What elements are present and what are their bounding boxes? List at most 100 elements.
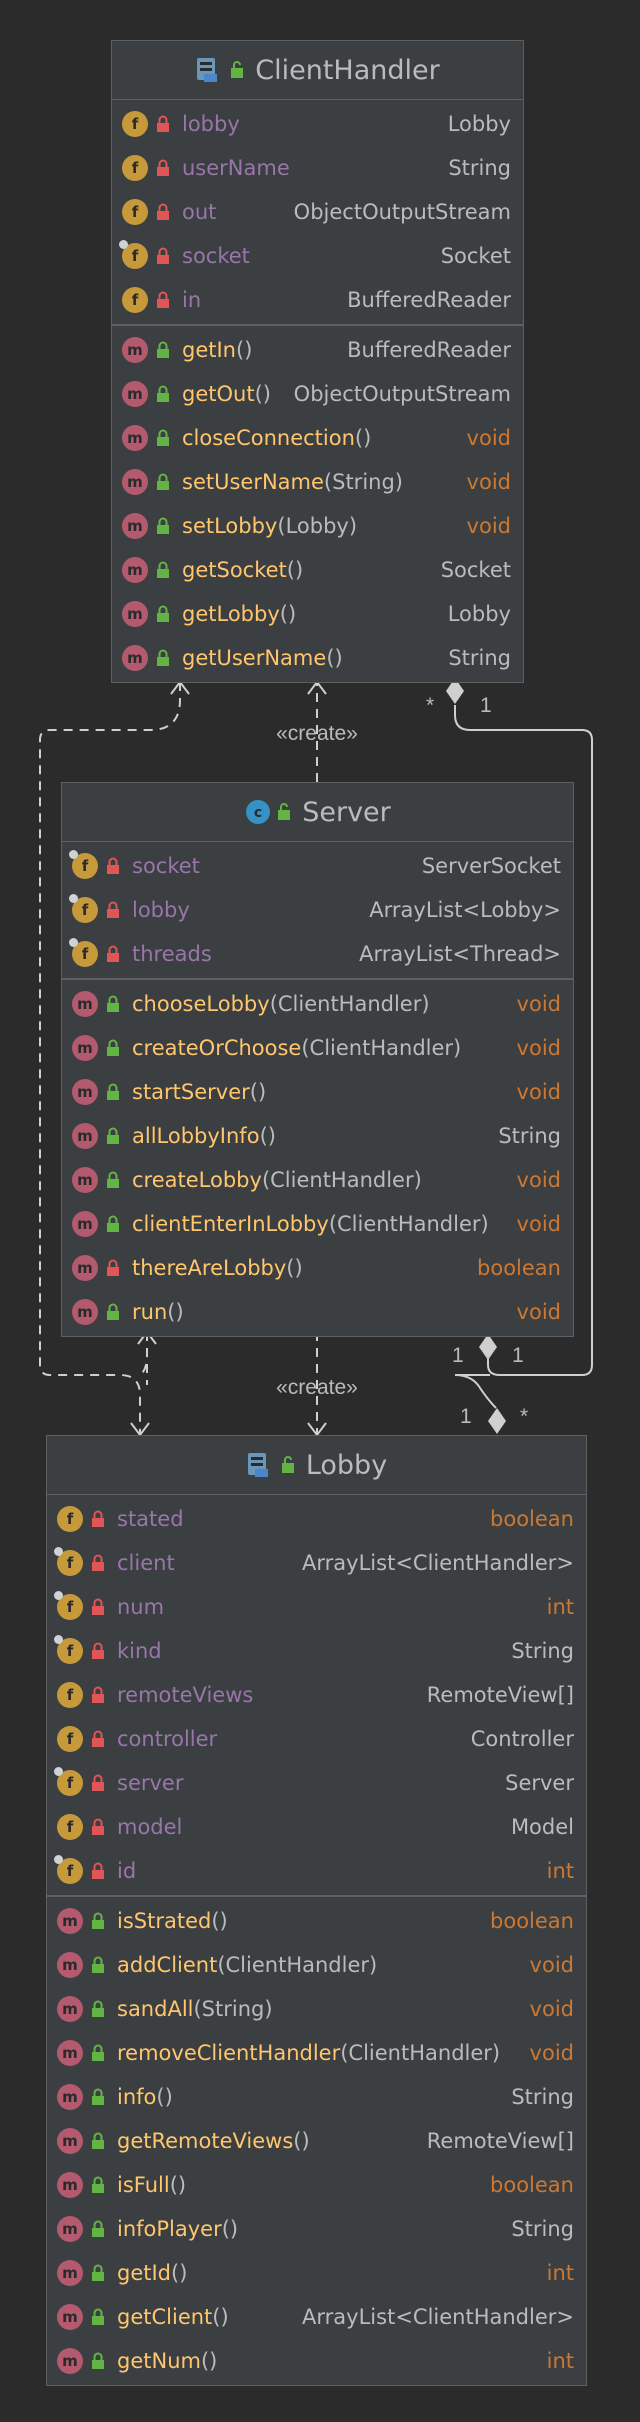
method-name: getClient: [117, 2305, 213, 2329]
method-row[interactable]: m removeClientHandler (ClientHandler) void: [47, 2031, 586, 2075]
method-params: (ClientHandler): [328, 1212, 489, 1236]
method-row[interactable]: m infoPlayer() String: [47, 2207, 586, 2251]
field-row[interactable]: f socket ServerSocket: [62, 844, 573, 888]
field-row[interactable]: f socket Socket: [112, 234, 523, 278]
return-type: ArrayList<ClientHandler>: [302, 2305, 574, 2329]
method-row[interactable]: m getNum() int: [47, 2339, 586, 2383]
class-header: c Server: [62, 783, 573, 842]
field-icon: f: [122, 287, 148, 313]
method-row[interactable]: m getClient() ArrayList<ClientHandler>: [47, 2295, 586, 2339]
method-params: (ClientHandler): [301, 1036, 462, 1060]
method-name: setUserName: [182, 470, 324, 494]
method-icon: m: [57, 2172, 83, 2198]
field-row[interactable]: f num int: [47, 1585, 586, 1629]
method-icon: m: [57, 2040, 83, 2066]
field-row[interactable]: f client ArrayList<ClientHandler>: [47, 1541, 586, 1585]
method-row[interactable]: m info() String: [47, 2075, 586, 2119]
diamond-lobby: [488, 1408, 506, 1434]
method-name: getUserName: [182, 646, 327, 670]
method-params: (): [167, 1300, 184, 1324]
method-row[interactable]: m getIn() BufferedReader: [112, 328, 523, 372]
field-row[interactable]: f controller Controller: [47, 1717, 586, 1761]
method-row[interactable]: m addClient (ClientHandler) void: [47, 1943, 586, 1987]
class-name: Lobby: [305, 1449, 388, 1481]
field-type: RemoteView[]: [426, 1683, 574, 1707]
public-lock-icon: [104, 1039, 122, 1057]
return-type: void: [466, 514, 511, 538]
field-row[interactable]: f kind String: [47, 1629, 586, 1673]
return-type: String: [498, 1124, 561, 1148]
method-row[interactable]: m getOut() ObjectOutputStream: [112, 372, 523, 416]
field-name: controller: [117, 1727, 218, 1751]
field-icon: f: [54, 1635, 83, 1664]
field-icon: f: [119, 240, 148, 269]
field-row[interactable]: f stated boolean: [47, 1497, 586, 1541]
public-lock-icon: [89, 2088, 107, 2106]
field-name: threads: [132, 942, 212, 966]
method-row[interactable]: m createOrChoose (ClientHandler) void: [62, 1026, 573, 1070]
field-icon: f: [54, 1855, 83, 1884]
method-row[interactable]: m run() void: [62, 1290, 573, 1334]
method-row[interactable]: m getId() int: [47, 2251, 586, 2295]
method-row[interactable]: m setUserName (String) void: [112, 460, 523, 504]
public-lock-icon: [89, 1956, 107, 1974]
public-lock-icon: [154, 605, 172, 623]
method-icon: m: [57, 2084, 83, 2110]
class-clienthandler[interactable]: ClientHandler f lobby Lobby f userName String…: [111, 40, 524, 683]
method-row[interactable]: m getRemoteViews() RemoteView[]: [47, 2119, 586, 2163]
field-row[interactable]: f userName String: [112, 146, 523, 190]
method-name: info: [117, 2085, 157, 2109]
class-lobby[interactable]: Lobby f stated boolean f client ArrayList<Cli…: [46, 1435, 587, 2386]
class-server[interactable]: c Server f socket ServerSocket f lobby ArrayL…: [61, 782, 574, 1337]
public-lock-icon: [104, 1127, 122, 1145]
public-lock-icon: [89, 1912, 107, 1930]
field-row[interactable]: f server Server: [47, 1761, 586, 1805]
field-name: lobby: [182, 112, 240, 136]
field-row[interactable]: f id int: [47, 1849, 586, 1893]
method-params: (): [211, 1909, 228, 1933]
field-type: Socket: [440, 244, 511, 268]
method-row[interactable]: m closeConnection() void: [112, 416, 523, 460]
method-params: (): [249, 1080, 267, 1104]
method-row[interactable]: m isStrated() boolean: [47, 1899, 586, 1943]
field-row[interactable]: f in BufferedReader: [112, 278, 523, 322]
private-lock-icon: [89, 1554, 107, 1572]
method-row[interactable]: m thereAreLobby() boolean: [62, 1246, 573, 1290]
private-lock-icon: [89, 1818, 107, 1836]
field-row[interactable]: f out ObjectOutputStream: [112, 190, 523, 234]
method-row[interactable]: m allLobbyInfo() String: [62, 1114, 573, 1158]
method-row[interactable]: m clientEnterInLobby (ClientHandler) void: [62, 1202, 573, 1246]
return-type: String: [511, 2085, 574, 2109]
private-lock-icon: [104, 901, 122, 919]
field-name: kind: [117, 1639, 162, 1663]
field-row[interactable]: f remoteViews RemoteView[]: [47, 1673, 586, 1717]
private-lock-icon: [89, 1774, 107, 1792]
field-type: Lobby: [447, 112, 511, 136]
field-name: client: [117, 1551, 175, 1575]
method-row[interactable]: m sandAll (String) void: [47, 1987, 586, 2031]
method-row[interactable]: m chooseLobby (ClientHandler) void: [62, 982, 573, 1026]
multiplicity-one-ch: 1: [480, 694, 492, 717]
field-row[interactable]: f lobby ArrayList<Lobby>: [62, 888, 573, 932]
method-row[interactable]: m startServer() void: [62, 1070, 573, 1114]
create-label-top: «create»: [276, 722, 358, 745]
method-row[interactable]: m isFull() boolean: [47, 2163, 586, 2207]
field-row[interactable]: f threads ArrayList<Thread>: [62, 932, 573, 976]
field-row[interactable]: f lobby Lobby: [112, 102, 523, 146]
field-row[interactable]: f model Model: [47, 1805, 586, 1849]
method-row[interactable]: m getUserName() String: [112, 636, 523, 680]
public-lock-icon: [89, 2132, 107, 2150]
method-row[interactable]: m getLobby() Lobby: [112, 592, 523, 636]
method-name: thereAreLobby: [132, 1256, 287, 1280]
method-row[interactable]: m getSocket() Socket: [112, 548, 523, 592]
public-lock-icon: [89, 2352, 107, 2370]
private-lock-icon: [104, 857, 122, 875]
method-name: addClient: [117, 1953, 218, 1977]
method-row[interactable]: m setLobby (Lobby) void: [112, 504, 523, 548]
method-params: (String): [193, 1997, 273, 2021]
method-icon: m: [57, 1952, 83, 1978]
field-name: out: [182, 200, 217, 224]
method-icon: m: [122, 381, 148, 407]
method-row[interactable]: m createLobby (ClientHandler) void: [62, 1158, 573, 1202]
field-icon: f: [57, 1682, 83, 1708]
